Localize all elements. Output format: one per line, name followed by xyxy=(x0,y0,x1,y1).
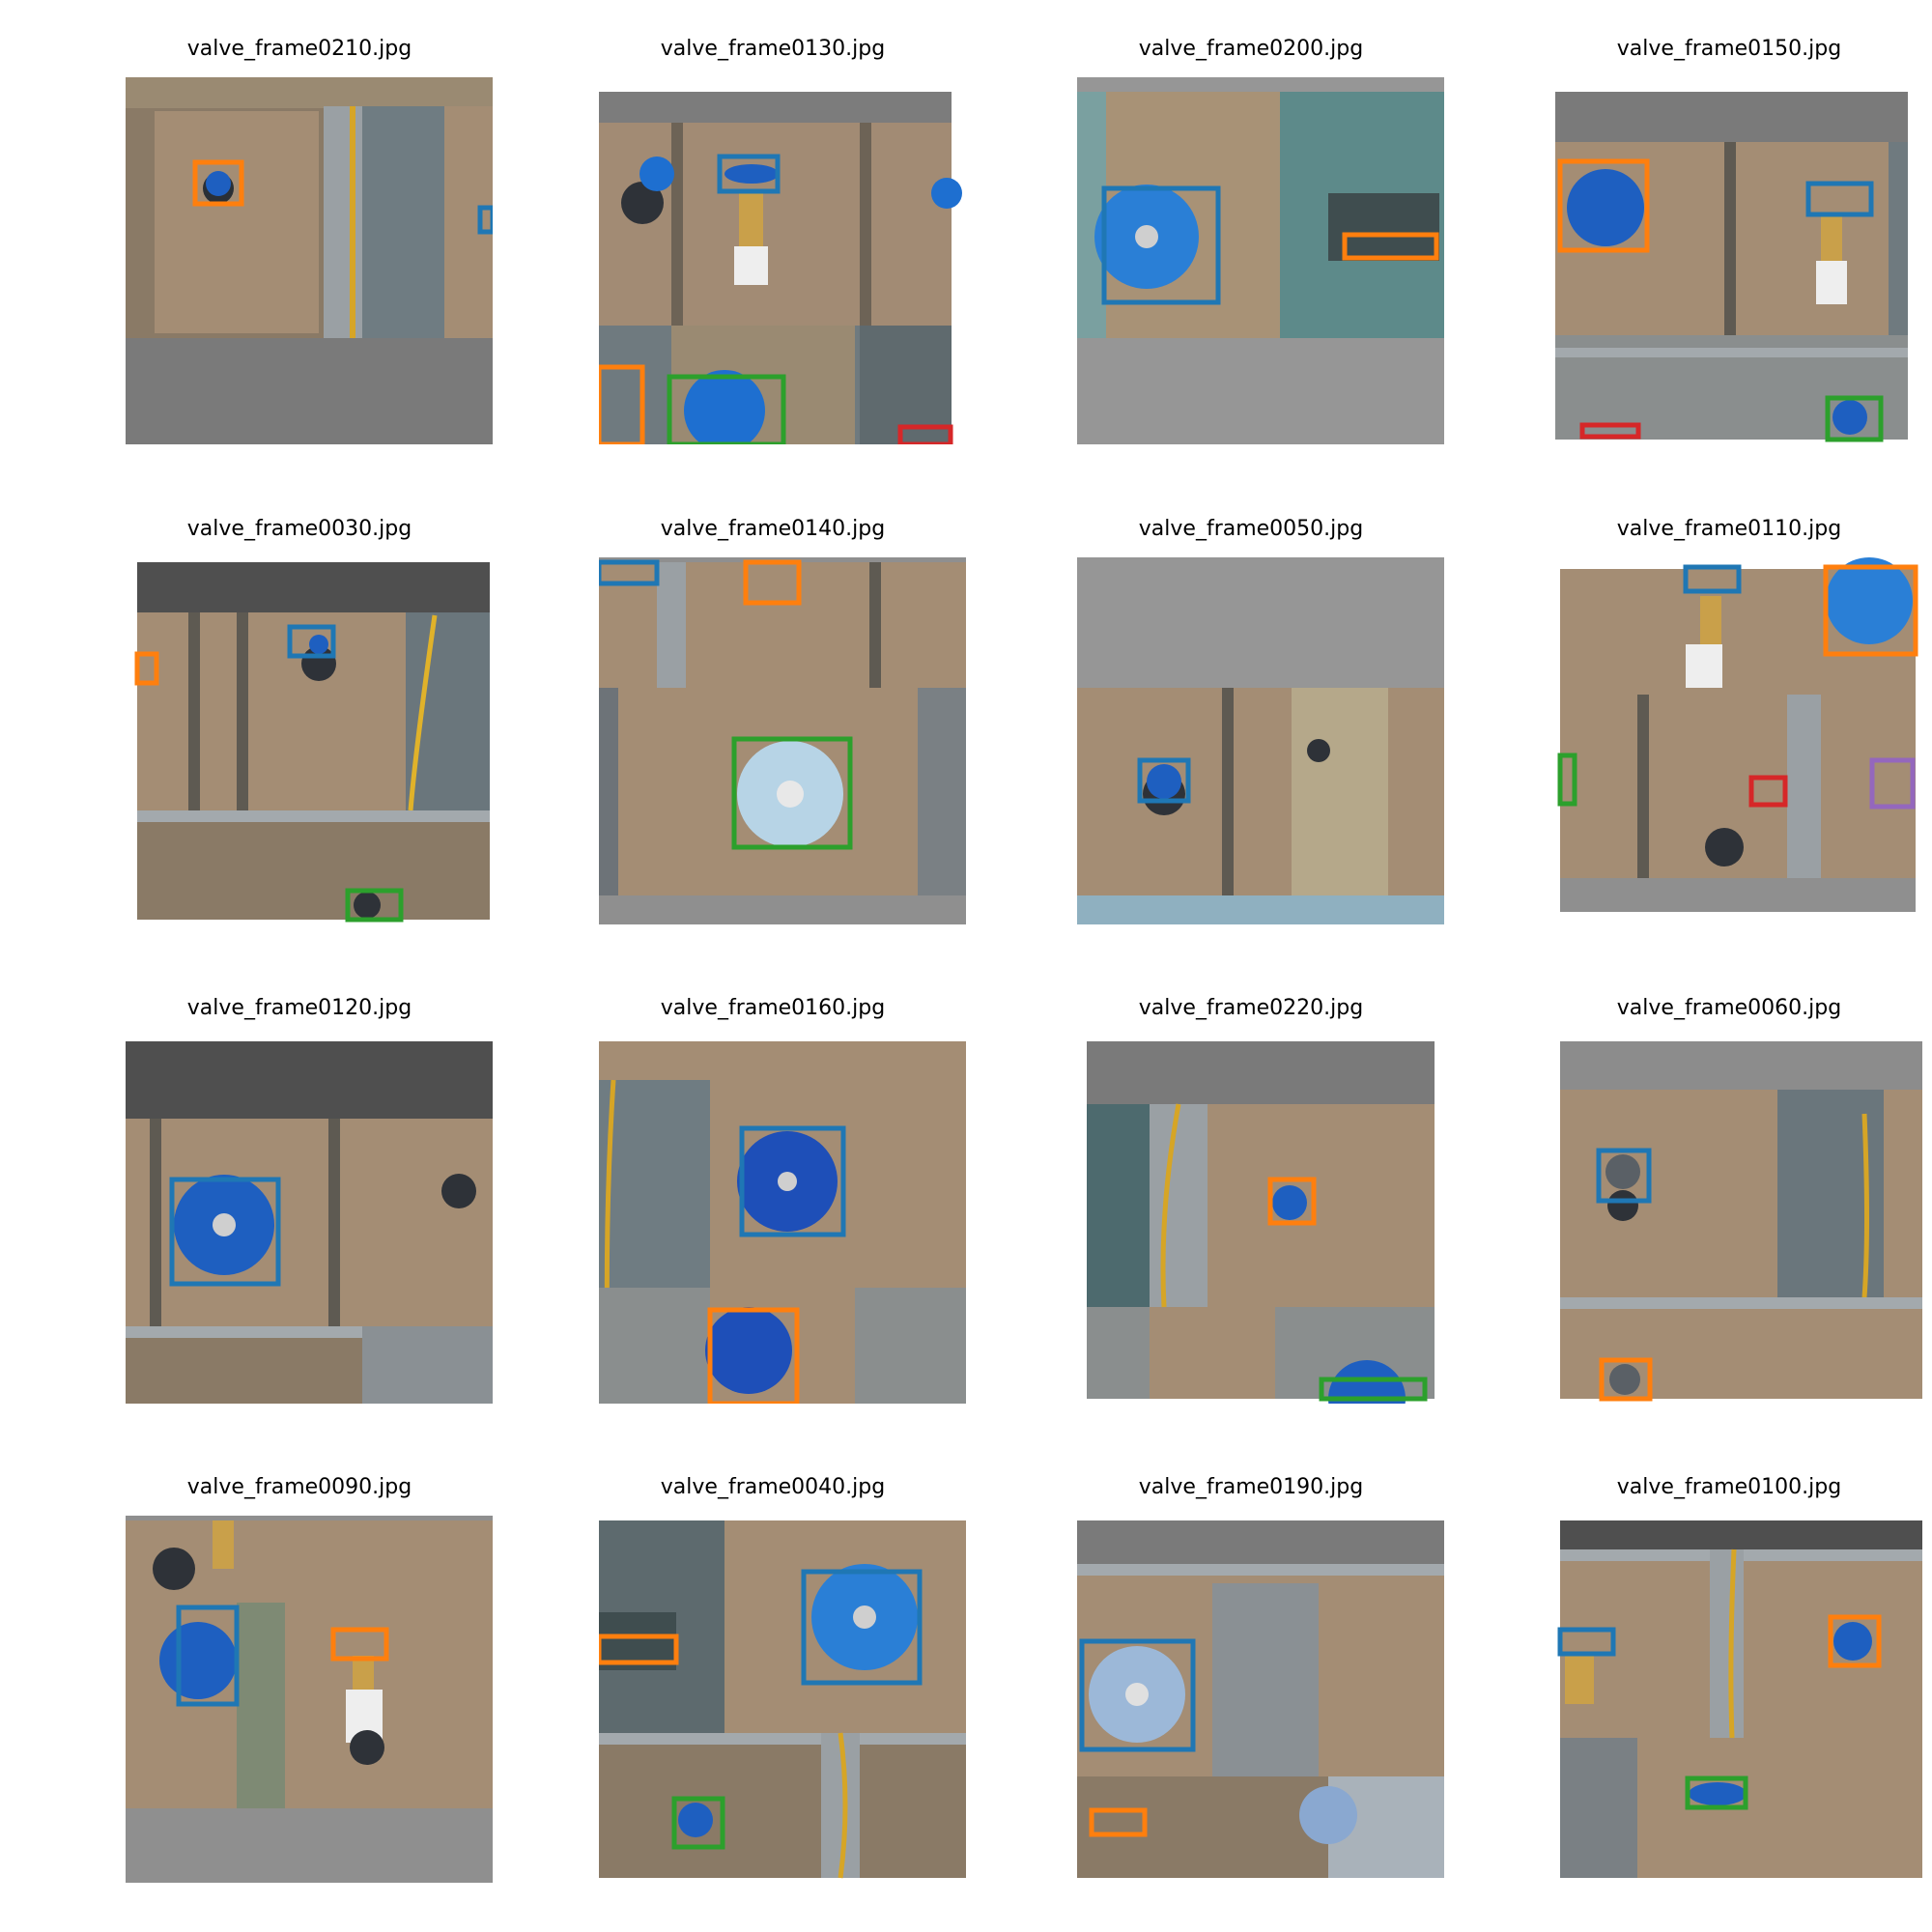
image-title: valve_frame0150.jpg xyxy=(1616,37,1842,61)
image-title: valve_frame0220.jpg xyxy=(1138,996,1364,1020)
image-title: valve_frame0200.jpg xyxy=(1138,37,1364,61)
image-thumbnail[interactable] xyxy=(1077,1516,1444,1883)
image-title: valve_frame0210.jpg xyxy=(186,37,412,61)
image-thumbnail[interactable] xyxy=(1555,1516,1922,1883)
image-title: valve_frame0050.jpg xyxy=(1138,517,1364,541)
grid-cell: valve_frame0050.jpg xyxy=(1038,509,1463,963)
image-canvas xyxy=(1555,77,1922,444)
image-canvas xyxy=(1555,557,1922,924)
image-canvas xyxy=(599,1516,966,1883)
image-thumbnail[interactable] xyxy=(599,557,966,924)
image-thumbnail[interactable] xyxy=(599,1037,966,1404)
image-thumbnail[interactable] xyxy=(1555,557,1922,924)
image-title: valve_frame0090.jpg xyxy=(186,1475,412,1499)
image-title: valve_frame0030.jpg xyxy=(186,517,412,541)
grid-cell: valve_frame0060.jpg xyxy=(1517,988,1932,1442)
image-thumbnail[interactable] xyxy=(1077,557,1444,924)
image-canvas xyxy=(1077,77,1444,444)
image-title: valve_frame0140.jpg xyxy=(660,517,886,541)
grid-cell: valve_frame0090.jpg xyxy=(87,1467,512,1921)
image-thumbnail[interactable] xyxy=(126,557,493,924)
grid-cell: valve_frame0140.jpg xyxy=(560,509,985,963)
grid-cell: valve_frame0210.jpg xyxy=(87,29,512,483)
image-thumbnail[interactable] xyxy=(126,77,493,444)
grid-cell: valve_frame0120.jpg xyxy=(87,988,512,1442)
image-canvas xyxy=(126,77,493,444)
image-title: valve_frame0160.jpg xyxy=(660,996,886,1020)
image-title: valve_frame0110.jpg xyxy=(1616,517,1842,541)
image-canvas xyxy=(599,1037,966,1404)
grid-cell: valve_frame0100.jpg xyxy=(1517,1467,1932,1921)
image-canvas xyxy=(126,557,493,924)
image-canvas xyxy=(1555,1037,1922,1404)
image-title: valve_frame0060.jpg xyxy=(1616,996,1842,1020)
image-thumbnail[interactable] xyxy=(599,1516,966,1883)
image-thumbnail[interactable] xyxy=(1077,77,1444,444)
image-canvas xyxy=(599,557,966,924)
grid-cell: valve_frame0190.jpg xyxy=(1038,1467,1463,1921)
grid-cell: valve_frame0160.jpg xyxy=(560,988,985,1442)
image-title: valve_frame0130.jpg xyxy=(660,37,886,61)
image-canvas xyxy=(1077,1037,1444,1404)
image-title: valve_frame0040.jpg xyxy=(660,1475,886,1499)
image-grid: valve_frame0210.jpg valve_frame0130.jpg xyxy=(0,0,1932,1932)
image-thumbnail[interactable] xyxy=(126,1037,493,1404)
grid-cell: valve_frame0130.jpg xyxy=(560,29,985,483)
grid-cell: valve_frame0150.jpg xyxy=(1517,29,1932,483)
image-canvas xyxy=(1077,1516,1444,1883)
grid-cell: valve_frame0110.jpg xyxy=(1517,509,1932,963)
image-thumbnail[interactable] xyxy=(1555,1037,1922,1404)
image-canvas xyxy=(126,1037,493,1404)
image-canvas xyxy=(1555,1516,1922,1883)
grid-cell: valve_frame0040.jpg xyxy=(560,1467,985,1921)
image-thumbnail[interactable] xyxy=(599,77,966,444)
image-thumbnail[interactable] xyxy=(1077,1037,1444,1404)
grid-cell: valve_frame0220.jpg xyxy=(1038,988,1463,1442)
image-thumbnail[interactable] xyxy=(126,1516,493,1883)
image-thumbnail[interactable] xyxy=(1555,77,1922,444)
image-canvas xyxy=(1077,557,1444,924)
image-title: valve_frame0100.jpg xyxy=(1616,1475,1842,1499)
image-canvas xyxy=(126,1516,493,1883)
grid-cell: valve_frame0030.jpg xyxy=(87,509,512,963)
image-canvas xyxy=(599,77,966,444)
image-title: valve_frame0190.jpg xyxy=(1138,1475,1364,1499)
image-title: valve_frame0120.jpg xyxy=(186,996,412,1020)
grid-cell: valve_frame0200.jpg xyxy=(1038,29,1463,483)
